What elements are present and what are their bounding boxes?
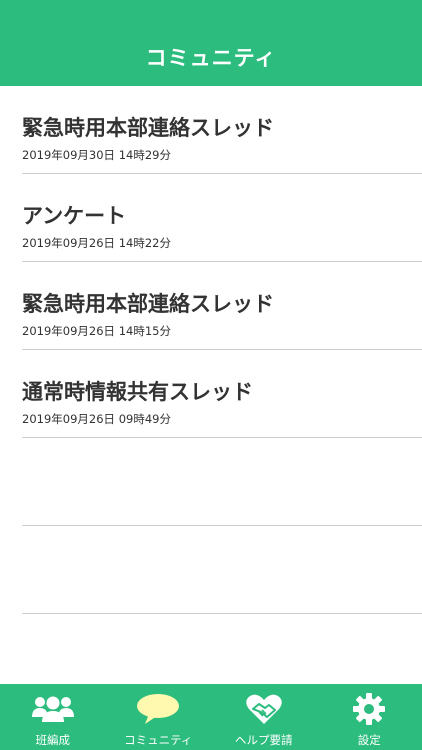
row-divider — [22, 613, 422, 614]
tab-help-request[interactable]: ヘルプ要請 — [211, 684, 317, 750]
thread-title: アンケート — [22, 204, 127, 228]
gear-icon — [352, 691, 386, 727]
tab-label: ヘルプ要請 — [235, 733, 293, 747]
empty-row — [0, 438, 422, 526]
group-icon — [31, 691, 75, 727]
thread-title: 緊急時用本部連絡スレッド — [22, 116, 274, 140]
thread-title: 緊急時用本部連絡スレッド — [22, 292, 274, 316]
thread-row[interactable]: 緊急時用本部連絡スレッド 2019年09月26日 14時15分 — [0, 262, 422, 350]
tab-label: 班編成 — [35, 733, 71, 747]
tab-settings[interactable]: 設定 — [317, 684, 422, 750]
thread-title: 通常時情報共有スレッド — [22, 380, 253, 404]
thread-date: 2019年09月26日 14時22分 — [22, 236, 171, 250]
thread-row[interactable]: 緊急時用本部連絡スレッド 2019年09月30日 14時29分 — [0, 86, 422, 174]
tab-label: コミュニティ — [124, 733, 193, 747]
tab-community[interactable]: コミュニティ — [106, 684, 212, 750]
speech-bubble-icon — [135, 691, 181, 727]
heart-handshake-icon — [245, 691, 283, 727]
thread-row[interactable]: アンケート 2019年09月26日 14時22分 — [0, 174, 422, 262]
thread-date: 2019年09月26日 09時49分 — [22, 412, 171, 426]
app-header: コミュニティ — [0, 0, 422, 86]
empty-row — [0, 526, 422, 614]
thread-list: 緊急時用本部連絡スレッド 2019年09月30日 14時29分 アンケート 20… — [0, 86, 422, 614]
page-title: コミュニティ — [145, 46, 277, 70]
thread-date: 2019年09月26日 14時15分 — [22, 324, 171, 338]
thread-row[interactable]: 通常時情報共有スレッド 2019年09月26日 09時49分 — [0, 350, 422, 438]
tab-bar: 班編成 コミュニティ ヘルプ要請 設定 — [0, 684, 422, 750]
thread-date: 2019年09月30日 14時29分 — [22, 148, 171, 162]
tab-label: 設定 — [357, 733, 381, 747]
tab-team-formation[interactable]: 班編成 — [0, 684, 106, 750]
